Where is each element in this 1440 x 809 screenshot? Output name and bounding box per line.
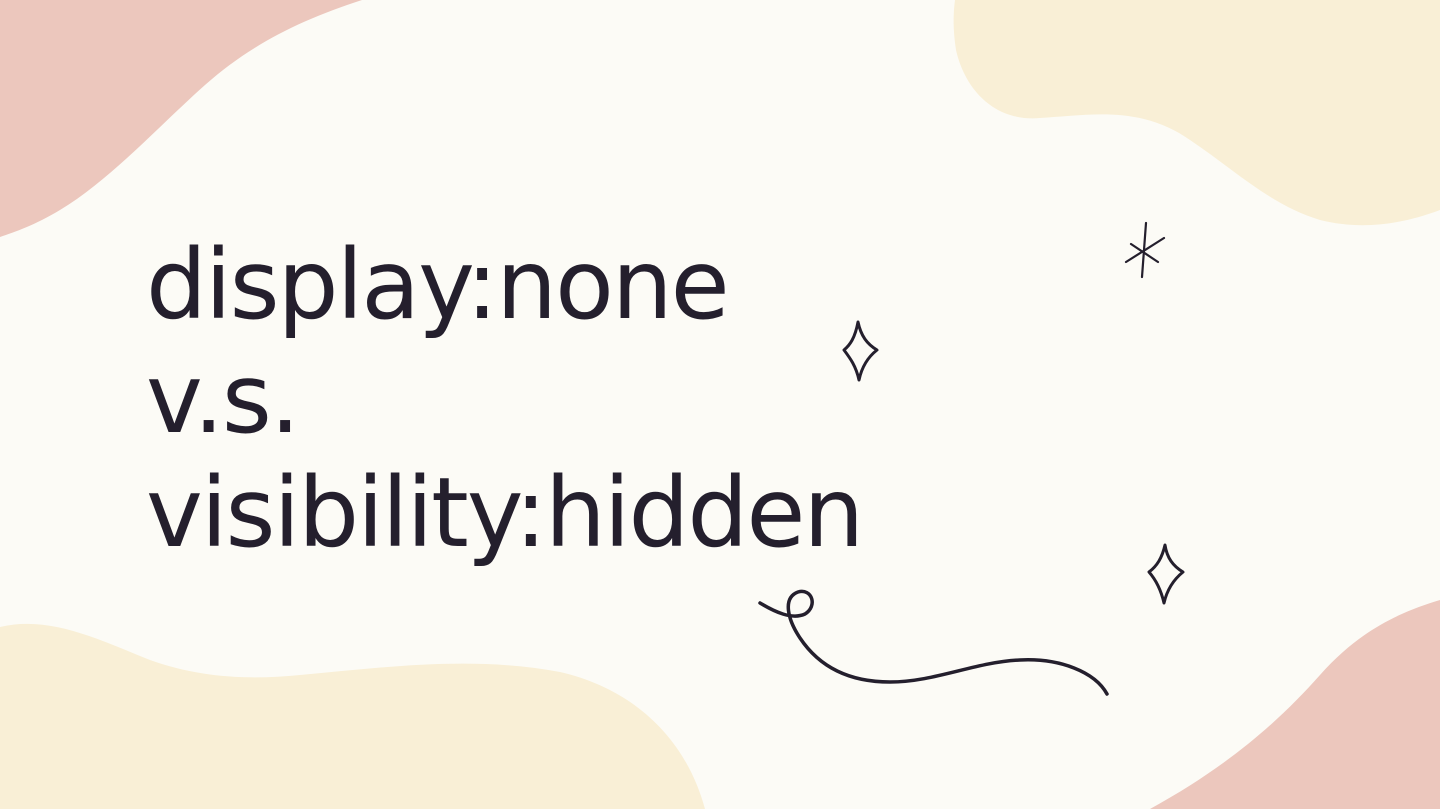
slide: display:none v.s. visibility:hidden xyxy=(0,0,1440,809)
blob-top-left xyxy=(0,0,362,237)
sparkle-icon xyxy=(1147,543,1185,605)
slide-title: display:none v.s. visibility:hidden xyxy=(146,228,864,570)
title-line-3: visibility:hidden xyxy=(146,457,864,569)
blob-bottom-right xyxy=(1150,600,1440,809)
asterisk-icon xyxy=(1124,221,1166,279)
blob-top-right xyxy=(953,0,1440,226)
blob-bottom-left xyxy=(0,623,705,809)
title-line-2: v.s. xyxy=(146,343,300,455)
squiggle-icon xyxy=(758,589,1109,696)
title-line-1: display:none xyxy=(146,229,730,341)
